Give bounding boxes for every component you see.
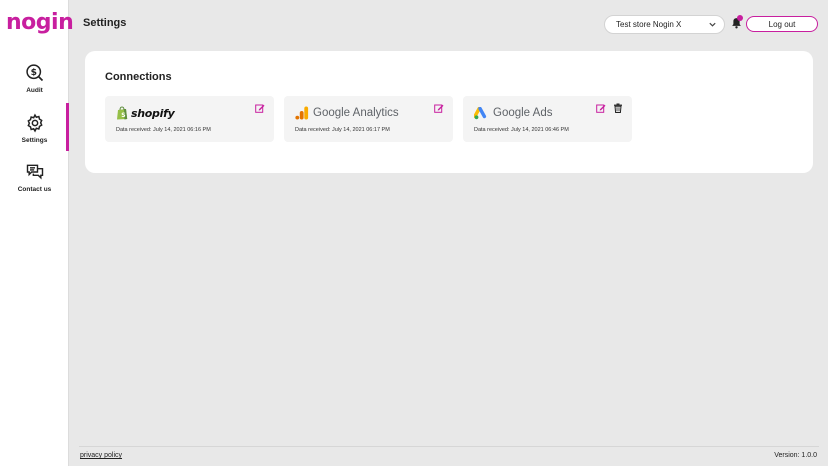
sidebar-item-audit[interactable]: $ Audit [0,63,69,109]
sidebar: nogin $ Audit Settings Contact us [0,0,74,466]
google-analytics-logo: Google Analytics [295,105,399,121]
sidebar-item-settings[interactable]: Settings [0,103,69,159]
dollar-search-icon: $ [25,64,43,82]
sidebar-item-label: Audit [26,87,43,94]
google-ads-logo: Google Ads [474,105,552,121]
analytics-bars-icon [295,106,309,120]
google-ads-icon [474,106,487,119]
shopify-bag-icon: S [117,106,128,120]
edit-icon[interactable] [255,103,265,113]
logout-button[interactable]: Log out [746,16,818,32]
notification-badge [737,15,743,21]
connections-panel: Connections S shopify Data received: Jul… [85,51,813,173]
footer-divider [79,446,819,447]
page-title: Settings [83,17,127,29]
sidebar-item-label: Contact us [17,186,52,193]
connection-card-shopify: S shopify Data received: July 14, 2021 0… [105,96,274,142]
connection-name: Google Ads [493,107,553,119]
sidebar-item-label: Settings [21,137,48,144]
connection-name: shopify [131,106,175,120]
nogin-logo[interactable]: nogin [6,10,74,35]
shopify-logo: S shopify [116,105,175,121]
svg-text:S: S [121,112,125,119]
edit-icon[interactable] [434,103,444,113]
svg-text:$: $ [30,67,36,78]
connection-card-google-ads: Google Ads Data received: July 14, 2021 … [463,96,632,142]
store-select[interactable]: Test store Nogin X [604,15,725,34]
store-select-value: Test store Nogin X [616,20,682,29]
connections-title: Connections [105,71,172,83]
connection-date: Data received: July 14, 2021 06:17 PM [295,127,390,133]
connection-card-google-analytics: Google Analytics Data received: July 14,… [284,96,453,142]
gear-icon [26,113,43,133]
edit-icon[interactable] [596,103,606,113]
connection-name: Google Analytics [313,107,399,119]
privacy-policy-link[interactable]: privacy policy [80,452,122,459]
trash-icon[interactable] [613,103,623,113]
sidebar-item-contact-us[interactable]: Contact us [0,162,69,208]
connection-date: Data received: July 14, 2021 06:46 PM [474,127,569,133]
chevron-down-icon [709,22,716,27]
version-label: Version: 1.0.0 [774,452,817,459]
chat-bubbles-icon [26,164,43,180]
connection-date: Data received: July 14, 2021 06:16 PM [116,127,211,133]
